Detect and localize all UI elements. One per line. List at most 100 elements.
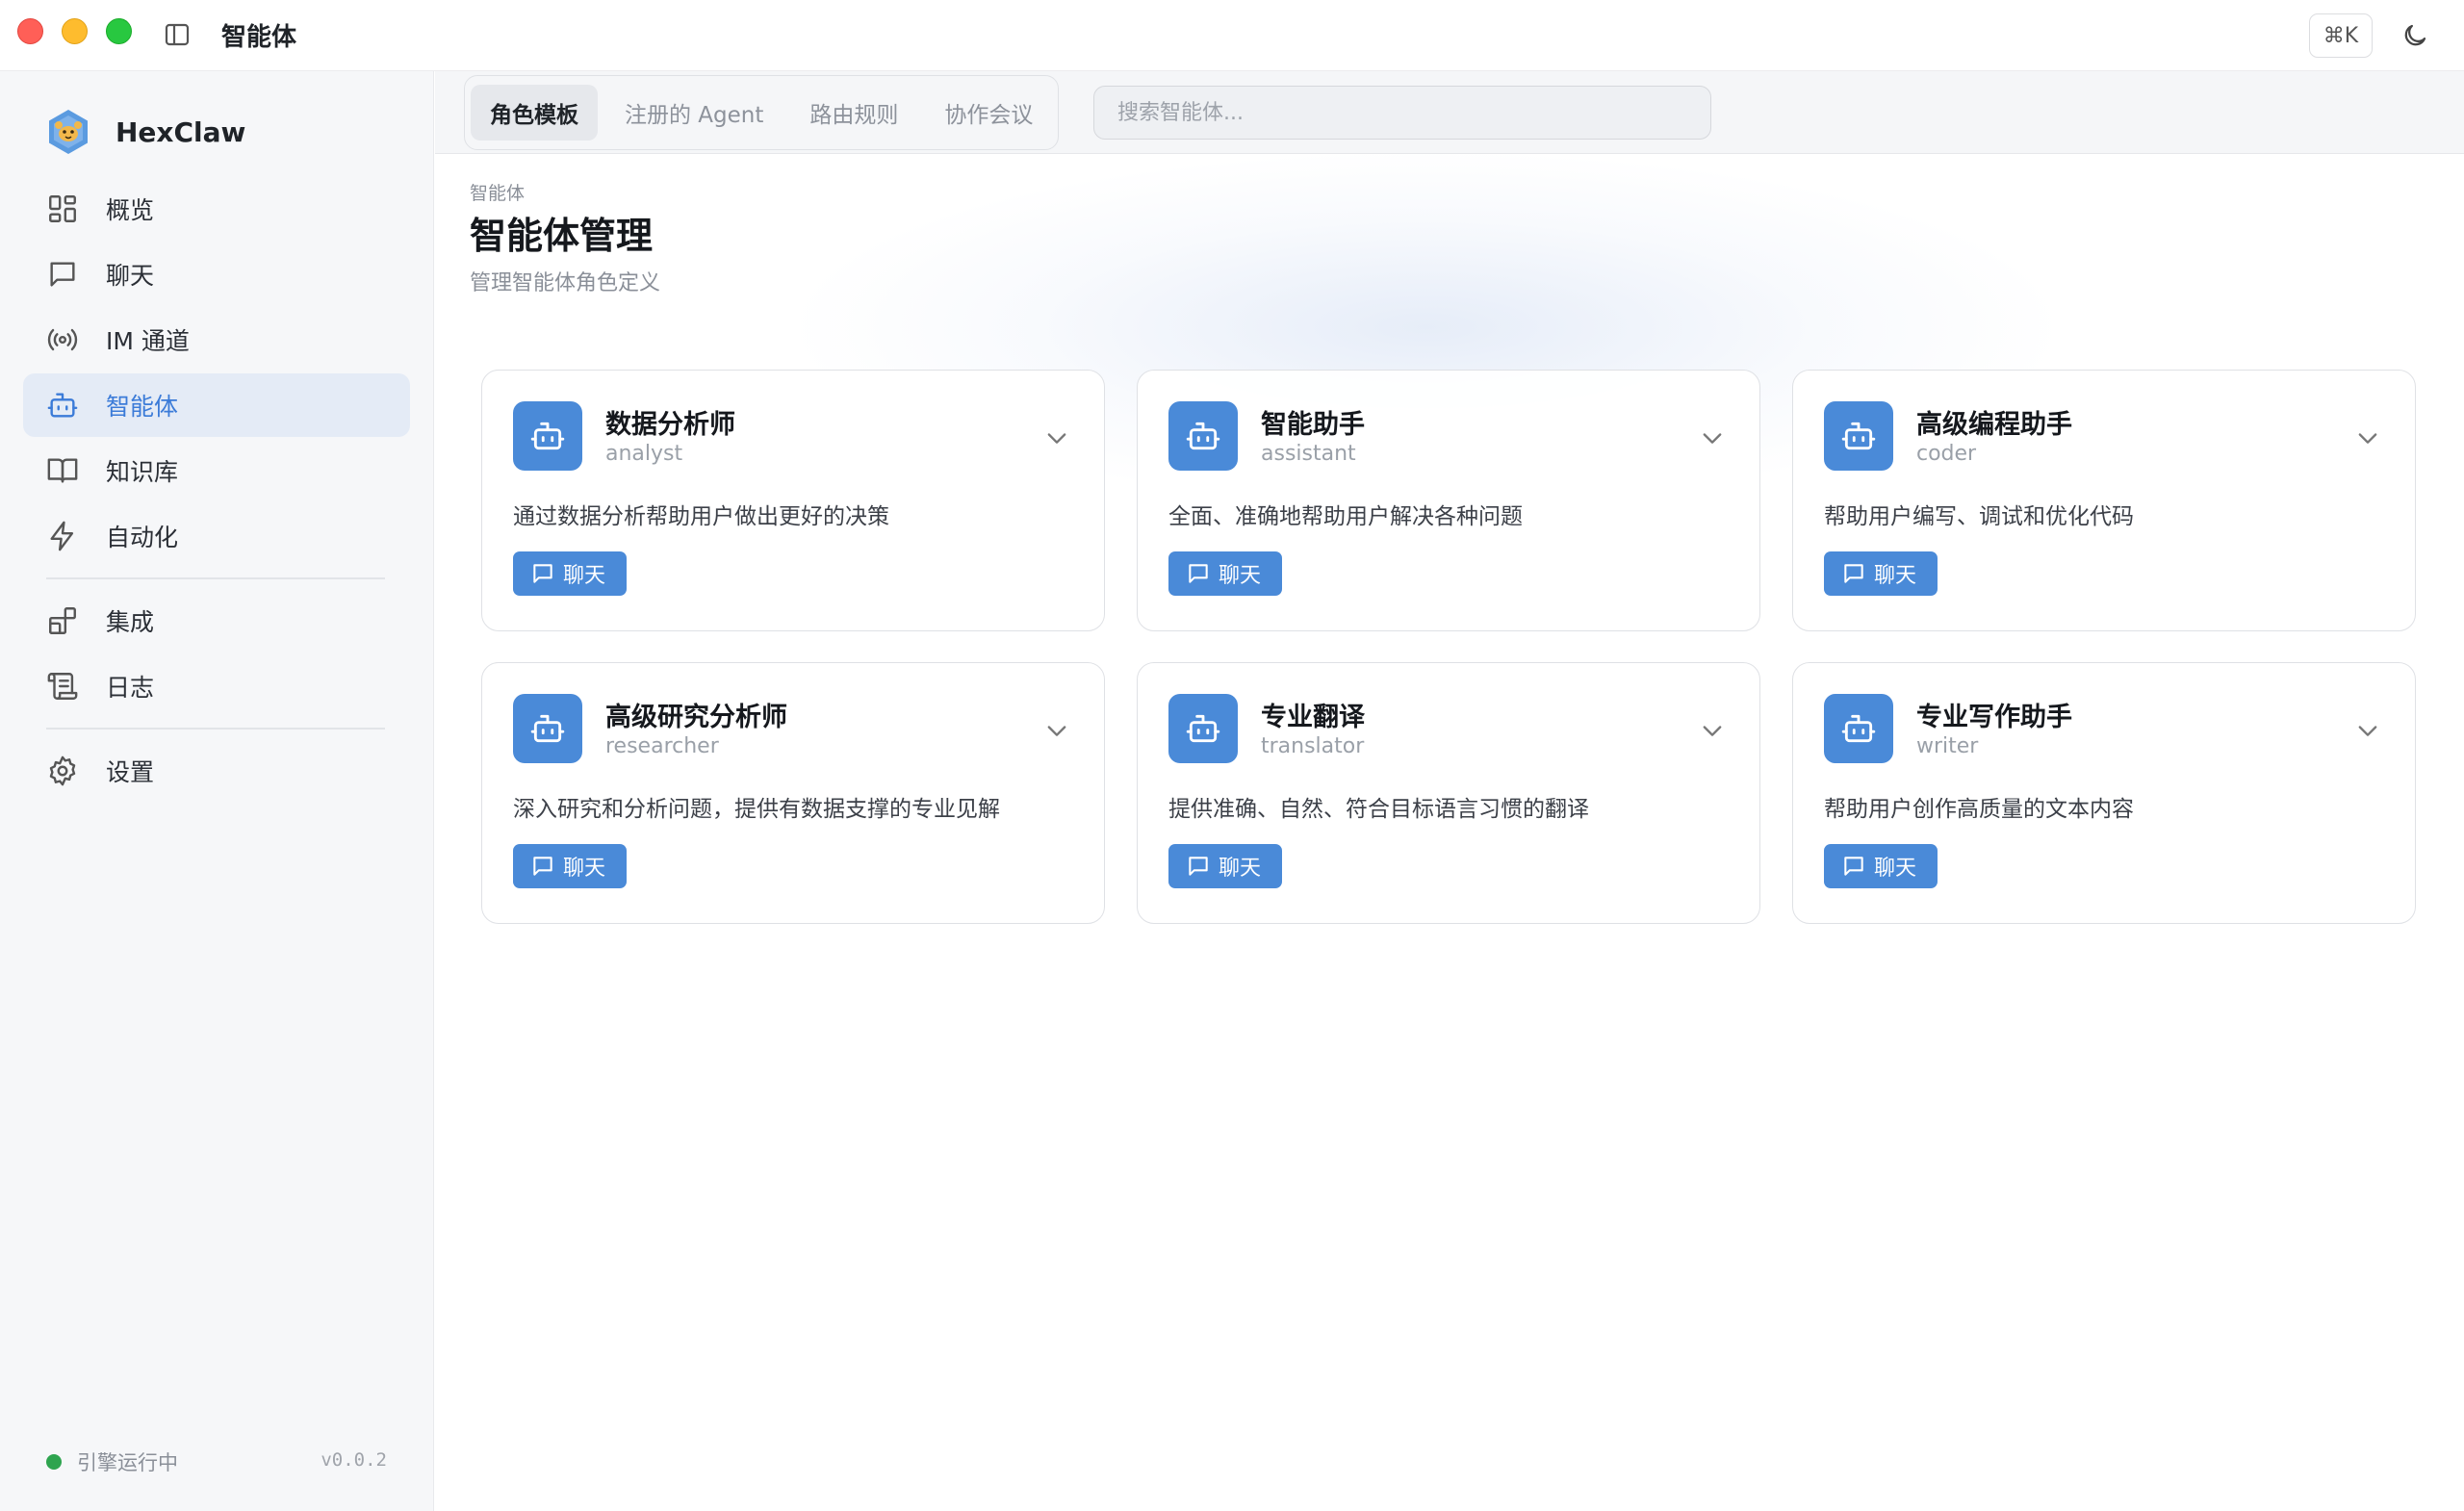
- theme-toggle-button[interactable]: [2397, 17, 2433, 54]
- page-subtitle: 管理智能体角色定义: [470, 271, 661, 295]
- sidebar-item-knowledge-base[interactable]: 知识库: [23, 439, 410, 502]
- sidebar-item-settings[interactable]: 设置: [23, 739, 410, 803]
- agent-card-writer[interactable]: 专业写作助手 writer 帮助用户创作高质量的文本内容 聊天: [1792, 662, 2416, 924]
- scroll-icon: [47, 673, 78, 700]
- tab-registered-agents[interactable]: 注册的 Agent: [605, 85, 783, 141]
- chevron-down-icon[interactable]: [1699, 717, 1726, 744]
- agent-name: 高级研究分析师: [605, 703, 787, 732]
- sidebar-divider: [46, 728, 385, 730]
- engine-status-text: 引擎运行中: [77, 1451, 178, 1474]
- sidebar-item-overview[interactable]: 概览: [23, 177, 410, 241]
- sidebar-toggle-icon[interactable]: [164, 21, 191, 48]
- chat-icon: [50, 262, 75, 287]
- close-window-button[interactable]: [17, 18, 43, 44]
- sidebar-item-chat[interactable]: 聊天: [23, 243, 410, 306]
- title-bar: 智能体 ⌘K: [0, 0, 2464, 71]
- agent-card-analyst[interactable]: 数据分析师 analyst 通过数据分析帮助用户做出更好的决策 聊天: [481, 370, 1105, 631]
- sidebar-item-label: 自动化: [106, 524, 179, 551]
- tab-routing-rules[interactable]: 路由规则: [790, 85, 917, 141]
- sidebar-item-im-channel[interactable]: IM 通道: [23, 308, 410, 371]
- agent-card-translator[interactable]: 专业翻译 translator 提供准确、自然、符合目标语言习惯的翻译 聊天: [1137, 662, 1760, 924]
- chat-button-label: 聊天: [1874, 857, 1917, 881]
- agent-description: 通过数据分析帮助用户做出更好的决策: [513, 504, 889, 529]
- tab-bar: 角色模板 注册的 Agent 路由规则 协作会议: [464, 75, 1060, 150]
- tab-collab-meetings[interactable]: 协作会议: [925, 85, 1052, 141]
- sidebar-item-agents[interactable]: 智能体: [23, 373, 410, 437]
- tab-role-templates[interactable]: 角色模板: [471, 85, 598, 141]
- chat-icon: [1189, 564, 1208, 583]
- chat-icon: [533, 564, 552, 583]
- chat-button[interactable]: 聊天: [1824, 844, 1938, 888]
- chevron-down-icon[interactable]: [2354, 424, 2381, 451]
- agent-avatar: [513, 401, 582, 471]
- grid-icon: [49, 195, 76, 222]
- command-palette-button[interactable]: ⌘K: [2309, 13, 2373, 58]
- window-title: 智能体: [221, 23, 297, 52]
- hexclaw-logo-icon: [49, 110, 88, 154]
- agent-description: 全面、准确地帮助用户解决各种问题: [1168, 504, 1523, 529]
- agent-avatar: [1168, 694, 1238, 763]
- agent-avatar: [1168, 401, 1238, 471]
- chat-button-label: 聊天: [563, 564, 606, 588]
- agent-id: researcher: [605, 734, 719, 758]
- agent-id: translator: [1261, 734, 1365, 758]
- agent-card-assistant[interactable]: 智能助手 assistant 全面、准确地帮助用户解决各种问题 聊天: [1137, 370, 1760, 631]
- sidebar-item-logs[interactable]: 日志: [23, 654, 410, 718]
- agent-name: 专业翻译: [1261, 703, 1365, 732]
- broadcast-icon: [47, 328, 78, 351]
- agent-name: 数据分析师: [605, 410, 735, 440]
- agent-description: 深入研究和分析问题，提供有数据支撑的专业见解: [513, 797, 1000, 822]
- sidebar-item-label: 集成: [106, 608, 155, 636]
- agent-card-researcher[interactable]: 高级研究分析师 researcher 深入研究和分析问题，提供有数据支撑的专业见…: [481, 662, 1105, 924]
- chevron-down-icon[interactable]: [1699, 424, 1726, 451]
- page-title: 智能体管理: [470, 215, 654, 257]
- agent-id: coder: [1916, 442, 1977, 466]
- chat-button[interactable]: 聊天: [513, 844, 628, 888]
- agent-description: 帮助用户创作高质量的文本内容: [1824, 797, 2134, 822]
- chat-button[interactable]: 聊天: [513, 551, 628, 596]
- agent-card-coder[interactable]: 高级编程助手 coder 帮助用户编写、调试和优化代码 聊天: [1792, 370, 2416, 631]
- agent-name: 智能助手: [1261, 410, 1365, 440]
- version-label: v0.0.2: [321, 1449, 387, 1471]
- agent-description: 提供准确、自然、符合目标语言习惯的翻译: [1168, 797, 1589, 822]
- chat-button[interactable]: 聊天: [1824, 551, 1938, 596]
- chevron-down-icon[interactable]: [1043, 717, 1070, 744]
- chat-button-label: 聊天: [1219, 857, 1262, 881]
- sidebar-item-label: 设置: [106, 758, 155, 786]
- minimize-window-button[interactable]: [62, 18, 88, 44]
- robot-icon: [530, 422, 565, 450]
- chat-button[interactable]: 聊天: [1168, 551, 1283, 596]
- breadcrumb: 智能体: [470, 183, 526, 204]
- engine-status: 引擎运行中: [46, 1447, 178, 1476]
- chat-button-label: 聊天: [563, 857, 606, 881]
- chevron-down-icon[interactable]: [2354, 717, 2381, 744]
- chat-button[interactable]: 聊天: [1168, 844, 1283, 888]
- chat-button-label: 聊天: [1874, 564, 1917, 588]
- agent-avatar: [1824, 401, 1893, 471]
- agent-avatar: [513, 694, 582, 763]
- book-icon: [47, 458, 78, 483]
- puzzle-icon: [49, 607, 76, 634]
- sidebar-item-automation[interactable]: 自动化: [23, 504, 410, 568]
- agent-description: 帮助用户编写、调试和优化代码: [1824, 504, 2134, 529]
- moon-icon: [2404, 24, 2426, 46]
- chat-icon: [533, 857, 552, 876]
- brand[interactable]: HexClaw: [44, 108, 245, 156]
- robot-icon: [1841, 714, 1876, 743]
- chat-icon: [1189, 857, 1208, 876]
- agent-id: writer: [1916, 734, 1979, 758]
- chat-icon: [1844, 857, 1863, 876]
- maximize-window-button[interactable]: [106, 18, 132, 44]
- chat-button-label: 聊天: [1219, 564, 1262, 588]
- sidebar-item-integrations[interactable]: 集成: [23, 589, 410, 653]
- robot-icon: [530, 714, 565, 743]
- sidebar-item-label: 智能体: [106, 393, 179, 421]
- agent-id: analyst: [605, 442, 683, 466]
- search-input[interactable]: [1093, 86, 1711, 140]
- chevron-down-icon[interactable]: [1043, 424, 1070, 451]
- agent-name: 高级编程助手: [1916, 410, 2072, 440]
- sidebar-item-label: 概览: [106, 196, 155, 224]
- sidebar-divider: [46, 577, 385, 579]
- chat-icon: [1844, 564, 1863, 583]
- sidebar: HexClaw 概览 聊天 IM 通道 智能体 知识库 自动化 集成 日志 设置…: [0, 71, 434, 1511]
